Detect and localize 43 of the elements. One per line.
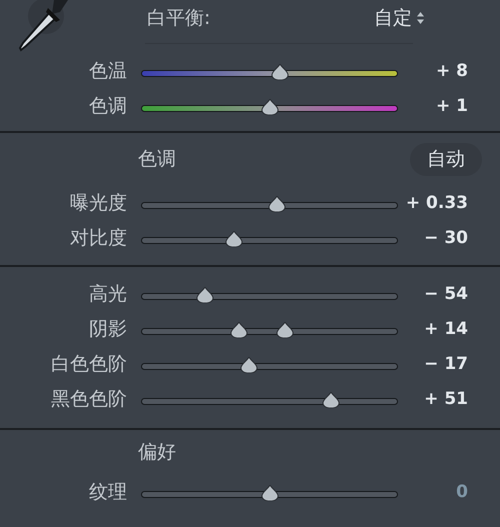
slider-thumb[interactable] xyxy=(322,392,340,408)
slider[interactable] xyxy=(141,98,398,116)
slider-value: − 30 xyxy=(423,230,468,247)
balance-label: 白平衡: xyxy=(147,6,210,31)
preset-dropdown[interactable]: 自定 xyxy=(374,4,425,32)
slider-thumb[interactable] xyxy=(240,356,258,372)
slider-thumb[interactable] xyxy=(270,64,289,80)
slider-value: − 54 xyxy=(423,286,468,303)
slider[interactable] xyxy=(141,194,398,212)
slider[interactable] xyxy=(141,356,398,374)
slider-thumb[interactable] xyxy=(276,322,294,338)
slider-thumb[interactable] xyxy=(196,286,214,302)
slider-value: − 17 xyxy=(423,356,468,373)
slider[interactable] xyxy=(141,62,398,80)
slider-label: 纹理 xyxy=(88,483,127,502)
up-down-icon xyxy=(416,11,425,26)
slider-value: + 1 xyxy=(435,98,468,115)
slider-label: 对比度 xyxy=(69,229,127,248)
slider-thumb[interactable] xyxy=(260,484,278,500)
slider-value: + 0.33 xyxy=(404,195,468,212)
slider-thumb[interactable] xyxy=(260,98,278,114)
slider-label: 高光 xyxy=(88,285,127,304)
slider-label: 色温 xyxy=(88,62,127,81)
slider-label: 黑色色阶 xyxy=(50,390,127,409)
slider-value: + 8 xyxy=(435,63,468,80)
slider[interactable] xyxy=(141,484,398,502)
slider-label: 曝光度 xyxy=(69,194,127,213)
auto-button[interactable]: 自动 xyxy=(410,143,482,176)
section-title: 偏好 xyxy=(138,440,176,466)
slider-label: 白色色阶 xyxy=(50,355,127,374)
slider-thumb[interactable] xyxy=(224,230,243,246)
slider[interactable] xyxy=(141,286,398,304)
slider[interactable] xyxy=(141,230,398,248)
slider-value: + 14 xyxy=(423,321,468,338)
slider[interactable] xyxy=(141,320,398,338)
slider[interactable] xyxy=(141,390,398,408)
slider-value: + 51 xyxy=(423,391,468,408)
section-title: 色调 xyxy=(138,147,176,172)
slider-thumb[interactable] xyxy=(230,322,248,338)
slider-value: 0 xyxy=(455,484,468,501)
slider-thumb[interactable] xyxy=(268,196,286,212)
slider-label: 色调 xyxy=(88,97,127,116)
slider-label: 阴影 xyxy=(88,320,127,339)
